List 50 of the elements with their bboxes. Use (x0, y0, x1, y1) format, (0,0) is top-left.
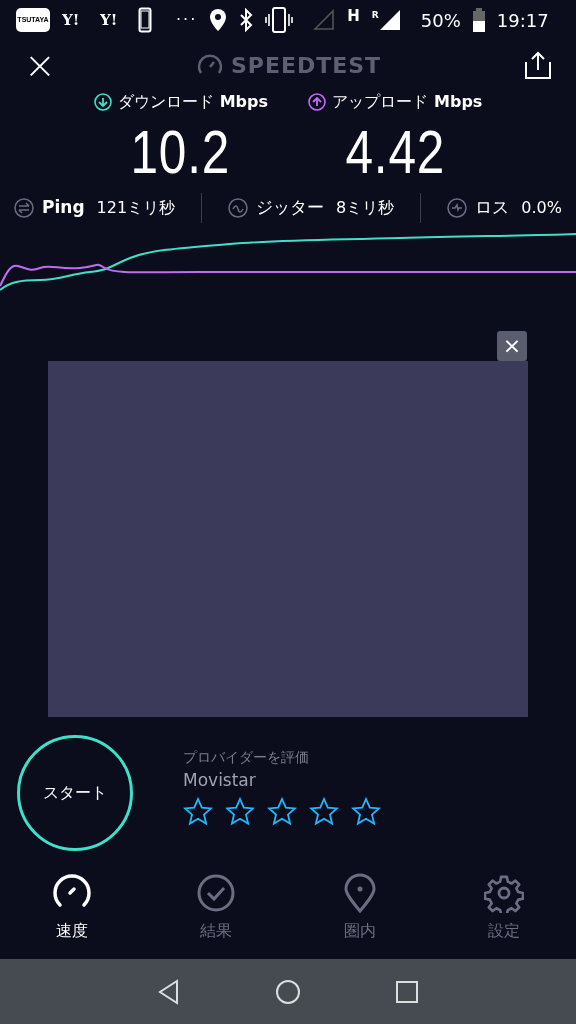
metric-value: 8ミリ秒 (336, 197, 395, 219)
nav-tab[interactable]: 設定 (432, 867, 576, 959)
star-icon[interactable] (309, 797, 339, 828)
battery-icon (472, 8, 485, 32)
signal-icon (378, 9, 401, 31)
clock-time: 19:17 (496, 8, 549, 33)
metric-label: ロス (475, 196, 510, 220)
start-button[interactable]: スタート (17, 735, 133, 851)
roaming-label: R (371, 9, 379, 22)
signal-icon (313, 9, 336, 31)
battery-percent: 50% (420, 8, 461, 33)
rating-prompt: プロバイダーを評価 (183, 747, 310, 767)
home-icon[interactable] (275, 978, 301, 1005)
app-icon: Y! (100, 8, 126, 32)
bluetooth-icon (239, 8, 254, 32)
loss-icon (447, 198, 468, 218)
network-type-label: H (347, 5, 360, 27)
metric-label: ジッター (256, 196, 325, 220)
nav-tab[interactable]: 速度 (0, 867, 144, 959)
star-icon[interactable] (267, 797, 297, 828)
ping-icon (14, 198, 34, 218)
unit-label: Mbps (219, 91, 268, 113)
metric-value: 0.0% (521, 197, 562, 219)
app-title: SPEEDTEST (230, 51, 382, 80)
nav-tab[interactable]: 圏内 (288, 867, 432, 959)
speed-value: 10.2 (130, 116, 231, 188)
location-icon (209, 8, 228, 32)
provider-name: Movistar (183, 768, 257, 792)
share-icon[interactable] (524, 50, 552, 80)
metric-value: 121ミリ秒 (96, 197, 176, 219)
star-icon[interactable] (351, 797, 381, 828)
more-indicator: ··· (176, 9, 198, 31)
back-icon[interactable] (157, 978, 181, 1005)
unit-label: Mbps (434, 91, 483, 113)
close-button[interactable]: × (24, 46, 54, 84)
metric-label: Ping (42, 196, 85, 220)
speed-value: 4.42 (345, 116, 446, 188)
app-icon: Y! (62, 8, 88, 32)
speed-label: ダウンロード (117, 91, 214, 113)
jitter-icon (228, 198, 249, 218)
check-circle-icon (196, 873, 236, 913)
nav-tab[interactable]: 結果 (144, 867, 288, 959)
settings-icon (484, 873, 524, 913)
recents-icon[interactable] (395, 979, 419, 1004)
speed-label: アップロード (332, 91, 428, 113)
star-icon[interactable] (225, 797, 255, 828)
vibrate-icon (265, 7, 294, 33)
star-icon[interactable] (183, 797, 213, 828)
ad-close-button[interactable]: × (497, 331, 527, 361)
phone-icon (138, 7, 152, 33)
